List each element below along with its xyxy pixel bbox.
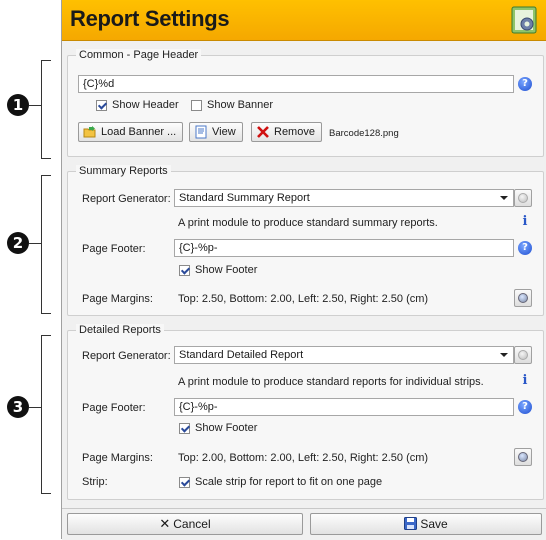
show-header-label: Show Header [112, 99, 179, 111]
remove-label: Remove [274, 126, 315, 138]
detailed-margins-label: Page Margins: [82, 452, 153, 464]
bracket-1-bottom [41, 158, 51, 159]
bracket-1-top [41, 60, 51, 61]
dropdown-arrow-icon [500, 196, 508, 200]
bracket-2-vertical [41, 175, 42, 313]
remove-x-icon [257, 126, 269, 138]
help-icon[interactable]: ? [518, 400, 532, 414]
bracket-3-top [41, 335, 51, 336]
show-header-checkbox[interactable] [96, 100, 107, 111]
summary-show-footer-label: Show Footer [195, 264, 258, 276]
options-icon [518, 293, 528, 303]
view-label: View [212, 126, 236, 138]
dropdown-arrow-icon [500, 353, 508, 357]
options-icon [518, 350, 528, 360]
bracket-2-top [41, 175, 51, 176]
summary-margins-value: Top: 2.50, Bottom: 2.00, Left: 2.50, Rig… [178, 293, 429, 305]
open-folder-icon [83, 126, 96, 138]
floppy-disk-icon [404, 517, 418, 530]
summary-generator-label: Report Generator: [82, 193, 171, 205]
save-label: Save [420, 517, 448, 531]
strip-label: Strip: [82, 476, 108, 488]
remove-button[interactable]: Remove [251, 122, 322, 142]
group-legend: Summary Reports [76, 165, 171, 177]
bracket-2-stem [29, 243, 41, 244]
options-icon [518, 193, 528, 203]
options-icon [518, 452, 528, 462]
detailed-show-footer-label: Show Footer [195, 422, 258, 434]
detailed-generator-description: A print module to produce standard repor… [178, 376, 484, 388]
detailed-margins-value: Top: 2.00, Bottom: 2.00, Left: 2.50, Rig… [178, 452, 429, 464]
bracket-2-bottom [41, 313, 51, 314]
group-legend: Common - Page Header [76, 49, 202, 61]
scale-strip-checkbox[interactable] [179, 477, 190, 488]
scale-strip-label: Scale strip for report to fit on one pag… [195, 476, 383, 488]
detailed-footer-label: Page Footer: [82, 402, 146, 414]
view-button[interactable]: View [189, 122, 243, 142]
help-icon[interactable]: ? [518, 241, 532, 255]
summary-generator-select[interactable]: Standard Summary Report [174, 189, 514, 207]
callout-2: 2 [7, 232, 29, 254]
banner-filename: Barcode128.png [329, 128, 399, 139]
bracket-1-stem [29, 105, 41, 106]
summary-generator-options-button[interactable] [514, 189, 532, 207]
title-bar: Report Settings [62, 0, 546, 41]
page-header-input[interactable]: {C}%d [78, 75, 514, 93]
load-banner-button[interactable]: Load Banner ... [78, 122, 184, 142]
info-icon[interactable]: i [518, 215, 532, 229]
save-button[interactable]: Save [310, 513, 542, 535]
summary-footer-input[interactable]: {C}-%p- [174, 239, 514, 257]
summary-generator-value: Standard Summary Report [179, 192, 310, 204]
bracket-3-bottom [41, 493, 51, 494]
summary-generator-description: A print module to produce standard summa… [178, 217, 438, 229]
bracket-3-stem [29, 407, 41, 408]
load-banner-label: Load Banner ... [101, 126, 177, 138]
summary-footer-label: Page Footer: [82, 243, 146, 255]
cancel-button[interactable]: ✕ Cancel [67, 513, 303, 535]
help-icon[interactable]: ? [518, 77, 532, 91]
callout-1: 1 [7, 94, 29, 116]
bracket-3-vertical [41, 335, 42, 493]
group-legend: Detailed Reports [76, 324, 164, 336]
detailed-generator-label: Report Generator: [82, 350, 171, 362]
detailed-generator-select[interactable]: Standard Detailed Report [174, 346, 514, 364]
window-title: Report Settings [70, 6, 230, 31]
detailed-generator-value: Standard Detailed Report [179, 349, 304, 361]
summary-show-footer-checkbox[interactable] [179, 265, 190, 276]
cancel-x-icon: ✕ [159, 517, 171, 532]
cancel-label: Cancel [173, 517, 211, 531]
info-icon[interactable]: i [518, 374, 532, 388]
show-banner-checkbox[interactable] [191, 100, 202, 111]
detailed-generator-options-button[interactable] [514, 346, 532, 364]
show-banner-label: Show Banner [207, 99, 274, 111]
bracket-1-vertical [41, 60, 42, 158]
settings-app-icon [511, 6, 537, 34]
callout-3: 3 [7, 396, 29, 418]
detailed-footer-input[interactable]: {C}-%p- [174, 398, 514, 416]
summary-margins-label: Page Margins: [82, 293, 153, 305]
summary-margins-button[interactable] [514, 289, 532, 307]
detailed-margins-button[interactable] [514, 448, 532, 466]
document-view-icon [195, 125, 207, 139]
report-settings-window: Report Settings Common - Page Header {C}… [61, 0, 546, 540]
detailed-show-footer-checkbox[interactable] [179, 423, 190, 434]
